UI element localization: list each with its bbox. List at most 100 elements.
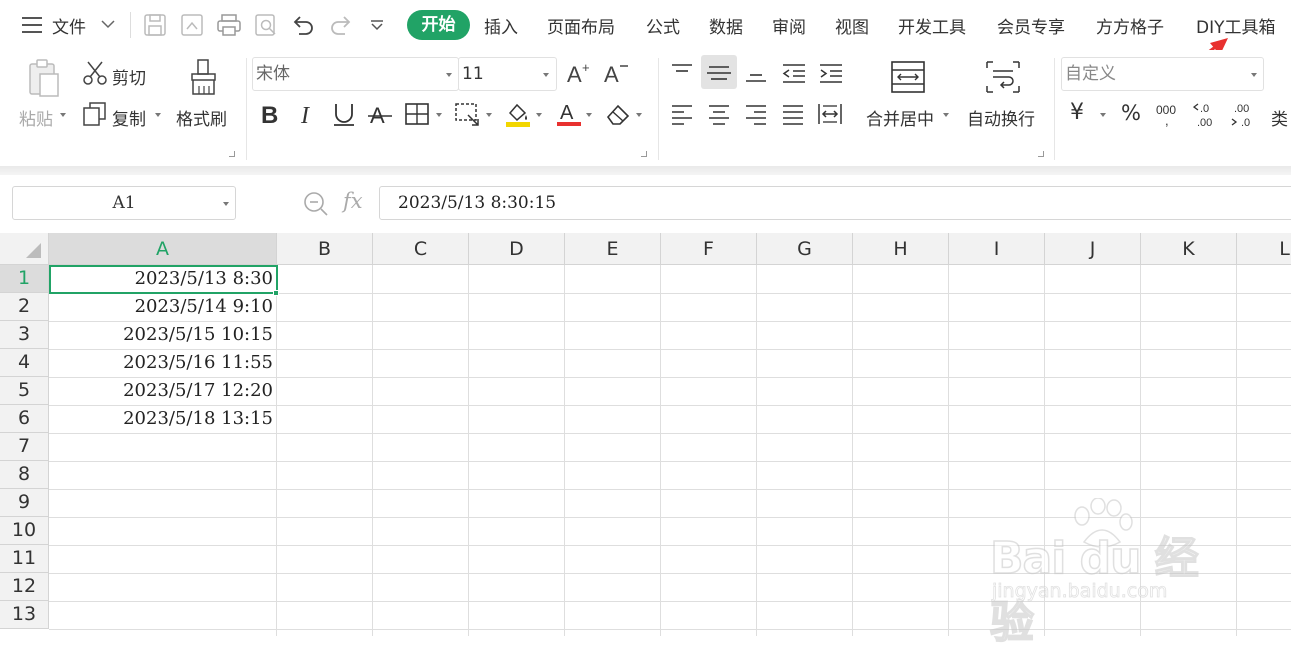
eraser-icon[interactable]	[604, 102, 632, 126]
column-header-j[interactable]: J	[1045, 233, 1141, 265]
tab-page-layout[interactable]: 页面布局	[547, 13, 615, 38]
chevron-down-icon[interactable]	[101, 19, 115, 29]
cut-button[interactable]: 剪切	[112, 64, 146, 89]
row-header-3[interactable]: 3	[0, 321, 49, 349]
font-color-dropdown-icon[interactable]	[586, 113, 592, 117]
tab-home[interactable]: 开始	[407, 10, 470, 40]
wrap-text-button[interactable]: 自动换行	[967, 105, 1035, 130]
align-top-icon[interactable]	[670, 62, 694, 84]
cell-a6[interactable]: 2023/5/18 13:15	[50, 405, 276, 433]
font-color-icon[interactable]: A	[555, 100, 583, 128]
italic-icon[interactable]: I	[297, 101, 319, 127]
row-header-4[interactable]: 4	[0, 349, 49, 377]
row-header-1[interactable]: 1	[0, 265, 49, 293]
formula-input[interactable]: 2023/5/13 8:30:15	[379, 186, 1291, 220]
column-header-l[interactable]: L	[1237, 233, 1291, 265]
cell-a3[interactable]: 2023/5/15 10:15	[50, 321, 276, 349]
row-header-5[interactable]: 5	[0, 377, 49, 405]
row-header-12[interactable]: 12	[0, 573, 49, 601]
export-icon[interactable]	[180, 13, 204, 37]
format-painter-button[interactable]: 格式刷	[176, 105, 227, 130]
thousands-separator-icon[interactable]: 000,	[1155, 101, 1183, 127]
merge-center-dropdown-icon[interactable]	[943, 113, 949, 117]
clipboard-dialog-launcher[interactable]	[229, 151, 235, 157]
zoom-icon[interactable]	[302, 190, 330, 216]
column-header-i[interactable]: I	[949, 233, 1045, 265]
customize-toolbar-icon[interactable]	[369, 20, 385, 32]
tab-review[interactable]: 审阅	[772, 13, 806, 38]
column-header-c[interactable]: C	[373, 233, 469, 265]
increase-decimal-icon[interactable]: .0.00	[1193, 101, 1221, 129]
column-header-g[interactable]: G	[757, 233, 853, 265]
row-header-13[interactable]: 13	[0, 601, 49, 629]
number-type-button[interactable]: 类	[1271, 105, 1288, 130]
row-header-10[interactable]: 10	[0, 517, 49, 545]
insert-function-button[interactable]: fx	[343, 189, 363, 213]
currency-dropdown-icon[interactable]	[1100, 113, 1106, 117]
column-header-k[interactable]: K	[1141, 233, 1237, 265]
merge-center-button[interactable]: 合并居中	[866, 105, 934, 130]
fill-handle[interactable]	[273, 290, 279, 296]
row-header-9[interactable]: 9	[0, 489, 49, 517]
tab-fangfang[interactable]: 方方格子	[1096, 13, 1164, 38]
paste-icon[interactable]	[26, 58, 62, 98]
fill-color-dropdown-icon[interactable]	[536, 113, 542, 117]
alignment-dialog-launcher[interactable]	[1038, 151, 1044, 157]
align-right-icon[interactable]	[744, 103, 768, 125]
row-header-6[interactable]: 6	[0, 405, 49, 433]
scissors-icon[interactable]	[82, 60, 108, 86]
row-header-8[interactable]: 8	[0, 461, 49, 489]
borders-icon[interactable]	[404, 102, 430, 126]
tab-view[interactable]: 视图	[835, 13, 869, 38]
tab-member[interactable]: 会员专享	[997, 13, 1065, 38]
tab-developer[interactable]: 开发工具	[898, 13, 966, 38]
cell-a5[interactable]: 2023/5/17 12:20	[50, 377, 276, 405]
cell-a2[interactable]: 2023/5/14 9:10	[50, 293, 276, 321]
font-dialog-launcher[interactable]	[641, 151, 647, 157]
font-name-select[interactable]: 宋体	[252, 57, 459, 91]
row-header-2[interactable]: 2	[0, 293, 49, 321]
column-header-b[interactable]: B	[277, 233, 373, 265]
increase-font-icon[interactable]: A +	[566, 61, 592, 85]
borders-dropdown-icon[interactable]	[436, 113, 442, 117]
tab-diy-toolbox[interactable]: DIY工具箱	[1196, 13, 1276, 38]
bold-icon[interactable]: B	[259, 101, 283, 127]
paste-dropdown-icon[interactable]	[60, 113, 66, 117]
paste-button[interactable]: 粘贴	[19, 105, 53, 130]
column-header-e[interactable]: E	[565, 233, 661, 265]
decrease-indent-icon[interactable]	[781, 62, 807, 84]
column-header-f[interactable]: F	[661, 233, 757, 265]
column-header-h[interactable]: H	[853, 233, 949, 265]
row-header-7[interactable]: 7	[0, 433, 49, 461]
print-preview-icon[interactable]	[254, 13, 278, 37]
font-name-dropdown-icon[interactable]	[446, 73, 452, 77]
number-format-select[interactable]: 自定义	[1061, 57, 1264, 91]
redo-icon[interactable]	[328, 13, 354, 37]
merge-center-icon[interactable]	[890, 60, 926, 94]
copy-icon[interactable]	[82, 101, 108, 127]
name-box[interactable]: A1	[12, 186, 236, 220]
save-icon[interactable]	[143, 13, 167, 37]
strikethrough-icon[interactable]: A	[367, 101, 393, 127]
decrease-font-icon[interactable]: A	[603, 61, 629, 85]
currency-button[interactable]: ¥	[1070, 100, 1084, 125]
underline-icon[interactable]	[331, 101, 357, 127]
cell-style-icon[interactable]	[454, 101, 482, 127]
undo-icon[interactable]	[290, 13, 316, 37]
font-size-dropdown-icon[interactable]	[543, 73, 549, 77]
print-icon[interactable]	[216, 13, 242, 37]
name-box-dropdown-icon[interactable]	[223, 202, 229, 206]
eraser-dropdown-icon[interactable]	[636, 113, 642, 117]
row-header-11[interactable]: 11	[0, 545, 49, 573]
hamburger-menu-icon[interactable]	[22, 15, 44, 35]
tab-formulas[interactable]: 公式	[646, 13, 680, 38]
align-center-icon[interactable]	[707, 103, 731, 125]
cell-style-dropdown-icon[interactable]	[486, 113, 492, 117]
tab-insert[interactable]: 插入	[484, 13, 518, 38]
percent-button[interactable]: %	[1121, 101, 1141, 125]
file-menu[interactable]: 文件	[52, 13, 86, 38]
select-all-corner[interactable]	[0, 233, 49, 265]
distribute-icon[interactable]	[817, 102, 843, 126]
increase-indent-icon[interactable]	[818, 62, 844, 84]
align-left-icon[interactable]	[670, 103, 694, 125]
